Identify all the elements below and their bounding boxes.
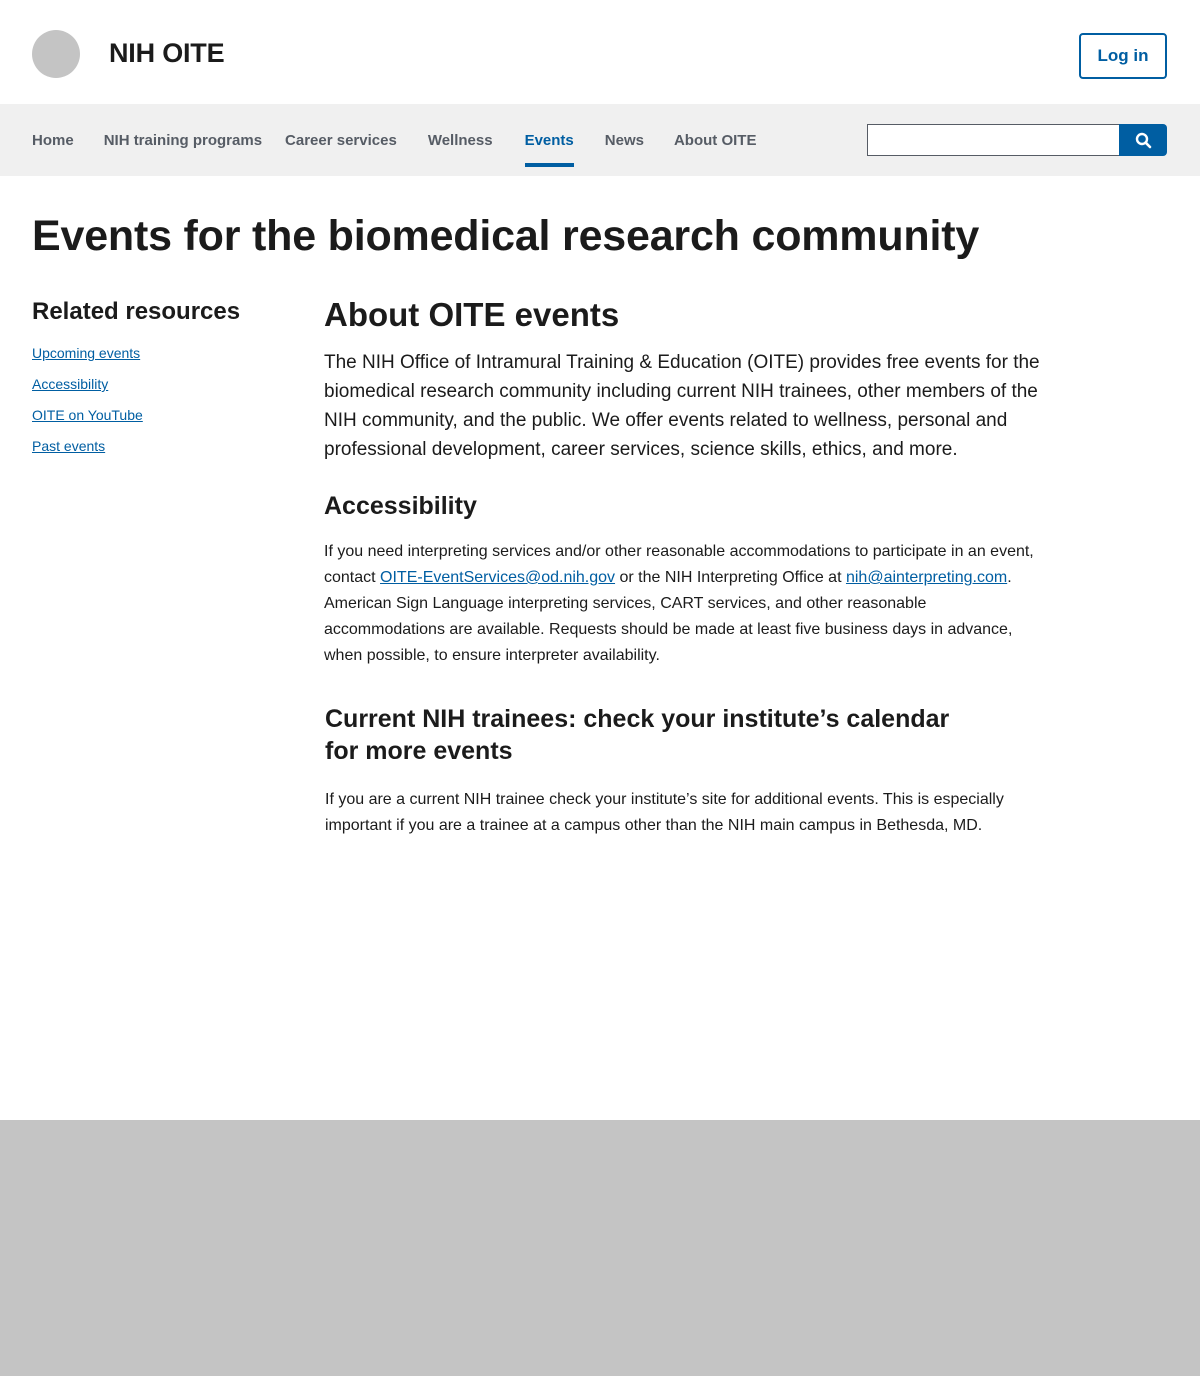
nav-item-wellness[interactable]: Wellness: [428, 104, 493, 176]
page-title: Events for the biomedical research commu…: [32, 212, 980, 260]
event-services-email-link[interactable]: OITE-EventServices@od.nih.gov: [380, 569, 615, 586]
interpreting-email-link[interactable]: nih@ainterpreting.com: [846, 569, 1007, 586]
search-button[interactable]: [1119, 124, 1167, 156]
site-logo[interactable]: [32, 30, 80, 78]
sidebar-heading: Related resources: [32, 298, 241, 325]
sidebar-link-upcoming-events[interactable]: Upcoming events: [32, 345, 140, 361]
sidebar-link-oite-youtube[interactable]: OITE on YouTube: [32, 407, 143, 423]
search-input[interactable]: [867, 124, 1119, 156]
nav-item-about-oite[interactable]: About OITE: [674, 104, 757, 176]
sidebar-item: Upcoming events: [32, 345, 292, 376]
accessibility-text-part: or the NIH Interpreting Office at: [615, 569, 846, 586]
trainees-heading: Current NIH trainees: check your institu…: [325, 705, 950, 765]
nav-item-events[interactable]: Events: [524, 104, 574, 176]
search-icon: [1135, 132, 1151, 148]
sidebar-item: Accessibility: [32, 376, 292, 407]
nav-item-home[interactable]: Home: [32, 104, 74, 176]
sidebar-item: OITE on YouTube: [32, 407, 292, 438]
trainees-text: If you are a current NIH trainee check y…: [325, 791, 1004, 834]
about-text: The NIH Office of Intramural Training & …: [324, 352, 1040, 460]
login-button[interactable]: Log in: [1079, 33, 1167, 79]
primary-nav-list: Home NIH training programs Career servic…: [32, 104, 756, 176]
nav-item-news[interactable]: News: [605, 104, 644, 176]
site-title[interactable]: NIH OITE: [109, 38, 225, 69]
site-footer: [0, 1120, 1200, 1376]
accessibility-heading: Accessibility: [324, 492, 477, 520]
sidebar-link-accessibility[interactable]: Accessibility: [32, 376, 108, 392]
site-header: NIH OITE Log in: [0, 0, 1200, 104]
nav-item-career-services[interactable]: Career services: [285, 104, 397, 176]
nav-item-training-programs[interactable]: NIH training programs: [104, 104, 262, 176]
accessibility-text: If you need interpreting services and/or…: [324, 539, 1044, 669]
related-resources-sidebar: Related resources Upcoming events Access…: [32, 298, 292, 469]
sidebar-link-past-events[interactable]: Past events: [32, 438, 105, 454]
about-heading: About OITE events: [324, 296, 620, 333]
search-form: [867, 124, 1167, 156]
sidebar-item: Past events: [32, 438, 292, 469]
sidebar-list: Upcoming events Accessibility OITE on Yo…: [32, 345, 292, 469]
main-content: About OITE events The NIH Office of Intr…: [324, 296, 1054, 839]
